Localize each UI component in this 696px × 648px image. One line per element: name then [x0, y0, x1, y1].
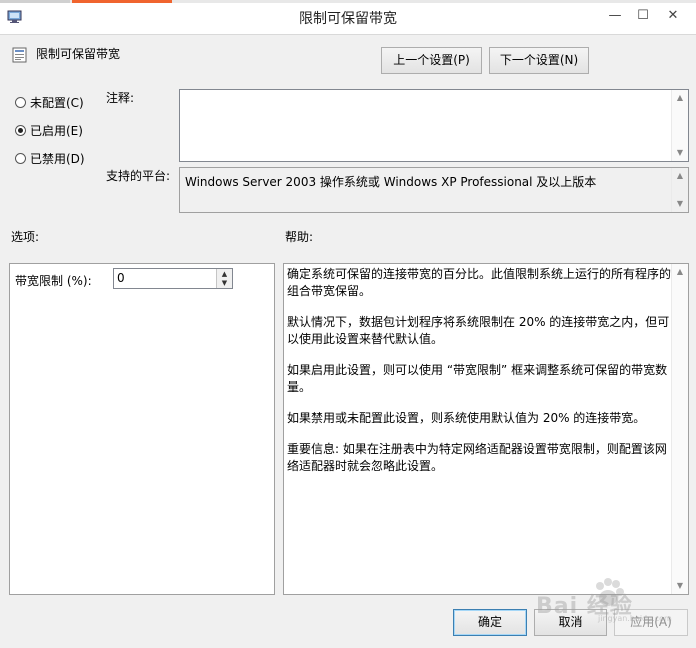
platform-scrollbar[interactable]: ▲ ▼ [671, 168, 688, 212]
platform-label: 支持的平台: [106, 169, 171, 183]
comment-scrollbar[interactable]: ▲ ▼ [671, 90, 688, 161]
policy-name: 限制可保留带宽 [36, 47, 121, 61]
help-paragraph: 确定系统可保留的连接带宽的百分比。此值限制系统上运行的所有程序的组合带宽保留。 [287, 267, 672, 298]
help-paragraph: 默认情况下，数据包计划程序将系统限制在 20% 的连接带宽之内，但可以使用此设置… [287, 315, 670, 346]
title-bar: 限制可保留带宽 — ☐ ✕ [0, 0, 696, 35]
help-text: 确定系统可保留的连接带宽的百分比。此值限制系统上运行的所有程序的组合带宽保留。 … [287, 266, 671, 489]
radio-indicator[interactable] [15, 125, 26, 136]
scroll-down-icon[interactable]: ▼ [672, 145, 688, 161]
radio-label: 已启用(E) [30, 124, 83, 138]
minimize-button[interactable]: — [604, 6, 626, 26]
help-heading: 帮助: [285, 230, 314, 244]
help-paragraph: 如果启用此设置，则可以使用 “带宽限制” 框来调整系统可保留的带宽数量。 [287, 363, 668, 394]
help-scrollbar[interactable]: ▲ ▼ [671, 264, 688, 594]
policy-icon [12, 47, 28, 63]
help-paragraph: 如果禁用或未配置此设置，则系统使用默认值为 20% 的连接带宽。 [287, 411, 646, 425]
comment-label: 注释: [106, 91, 135, 105]
help-panel: 确定系统可保留的连接带宽的百分比。此值限制系统上运行的所有程序的组合带宽保留。 … [283, 263, 689, 595]
next-setting-button[interactable]: 下一个设置(N) [489, 47, 589, 74]
scroll-up-icon[interactable]: ▲ [672, 90, 688, 106]
radio-label: 未配置(C) [30, 96, 84, 110]
options-heading: 选项: [11, 230, 40, 244]
radio-label: 已禁用(D) [30, 152, 85, 166]
maximize-button[interactable]: ☐ [632, 6, 654, 26]
bandwidth-limit-value[interactable]: 0 [114, 269, 232, 287]
close-button[interactable]: ✕ [662, 6, 684, 26]
bandwidth-limit-label: 带宽限制 (%): [15, 274, 92, 288]
spin-down-icon[interactable]: ▼ [216, 278, 232, 288]
platform-field: Windows Server 2003 操作系统或 Windows XP Pro… [179, 167, 689, 213]
options-panel: 带宽限制 (%): 0 ▲ ▼ [9, 263, 275, 595]
previous-setting-button[interactable]: 上一个设置(P) [381, 47, 482, 74]
watermark-subtext: jingyan.baidu.com [598, 614, 672, 623]
taskbar-strip [0, 0, 696, 3]
ok-button[interactable]: 确定 [453, 609, 527, 636]
platform-value: Windows Server 2003 操作系统或 Windows XP Pro… [185, 175, 597, 189]
radio-indicator[interactable] [15, 153, 26, 164]
radio-indicator[interactable] [15, 97, 26, 108]
bandwidth-limit-spinbox[interactable]: 0 ▲ ▼ [113, 268, 233, 289]
radio-enabled[interactable]: 已启用(E) [15, 122, 83, 139]
comment-textarea[interactable]: ▲ ▼ [179, 89, 689, 162]
radio-not-configured[interactable]: 未配置(C) [15, 94, 84, 111]
radio-disabled[interactable]: 已禁用(D) [15, 150, 85, 167]
help-paragraph: 重要信息: 如果在注册表中为特定网络适配器设置带宽限制，则配置该网络适配器时就会… [287, 442, 667, 473]
window-title: 限制可保留带宽 [299, 11, 397, 27]
scroll-up-icon[interactable]: ▲ [672, 264, 688, 280]
comment-value [180, 90, 688, 96]
scroll-down-icon[interactable]: ▼ [672, 196, 688, 212]
scroll-up-icon[interactable]: ▲ [672, 168, 688, 184]
